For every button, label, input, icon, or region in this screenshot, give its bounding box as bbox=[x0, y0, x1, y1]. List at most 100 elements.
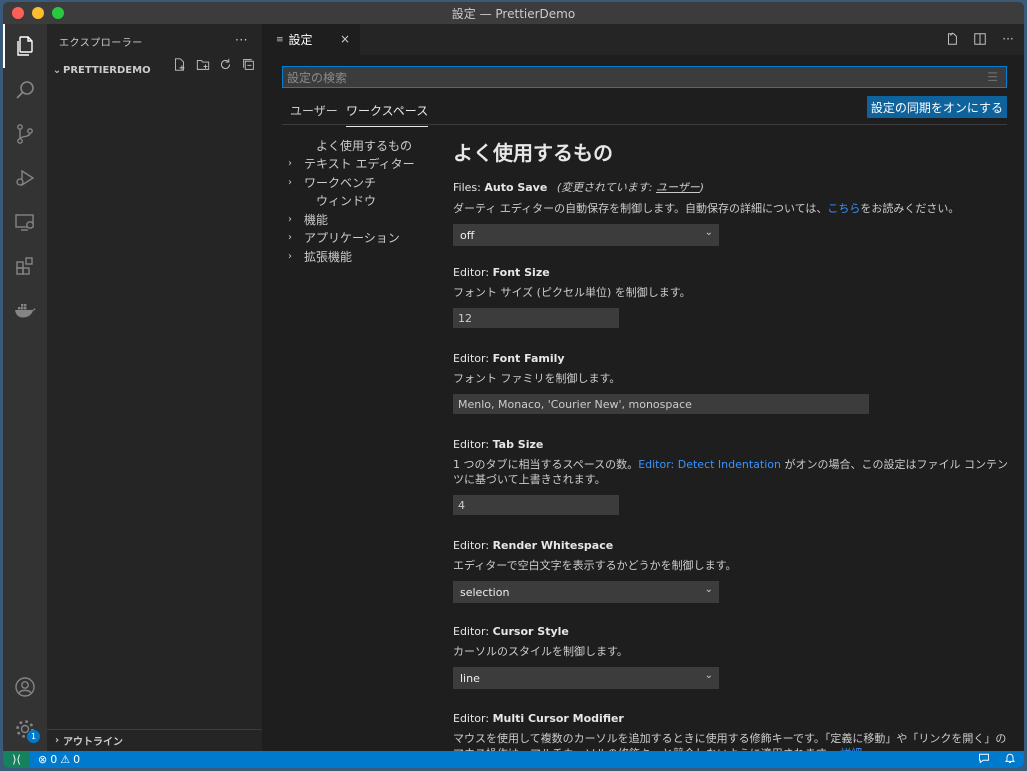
feedback-icon bbox=[979, 753, 989, 764]
setting-editor-render-whitespace: Editor: Render Whitespace エディターで空白文字を表示す… bbox=[453, 539, 1008, 603]
zoom-window-button[interactable] bbox=[52, 7, 64, 19]
auto-save-select[interactable]: off ⌄ bbox=[453, 224, 719, 246]
settings-file-icon: ≡ bbox=[276, 34, 284, 45]
open-file-icon bbox=[948, 32, 957, 45]
tab-settings[interactable]: ≡ 設定 × bbox=[262, 24, 360, 55]
setting-name: Tab Size bbox=[492, 438, 544, 451]
new-folder-button[interactable] bbox=[195, 57, 210, 72]
feedback-button[interactable] bbox=[978, 752, 990, 767]
setting-description: エディターで空白文字を表示するかどうかを制御します。 bbox=[453, 559, 737, 572]
chevron-right-icon: › bbox=[288, 176, 292, 188]
setting-description: マウスを使用して複数のカーソルを追加するときに使用する修飾キーです。「定義に移動… bbox=[453, 731, 1008, 751]
window-controls bbox=[12, 7, 64, 19]
problems-indicator[interactable]: ⊗ 0 ⚠ 0 bbox=[38, 753, 80, 766]
close-tab-button[interactable]: × bbox=[340, 32, 350, 46]
editor-tab-bar: ≡ 設定 × ··· bbox=[262, 24, 1024, 55]
status-right bbox=[978, 752, 1016, 767]
setting-editor-font-size: Editor: Font Size フォント サイズ (ピクセル単位) を制御し… bbox=[453, 266, 1008, 328]
docker-activity[interactable] bbox=[3, 288, 47, 332]
bell-icon bbox=[1004, 753, 1016, 763]
source-control-activity[interactable] bbox=[3, 112, 47, 156]
settings-scope-tabs: ユーザー ワークスペース 設定の同期をオンにする bbox=[282, 96, 1007, 127]
remote-indicator[interactable]: ⟩⟨ bbox=[3, 751, 30, 768]
chevron-right-icon: › bbox=[288, 250, 292, 262]
new-folder-icon bbox=[196, 59, 209, 70]
toc-item-application[interactable]: › アプリケーション bbox=[284, 229, 434, 248]
more-actions-button[interactable]: ··· bbox=[1000, 31, 1016, 47]
close-window-button[interactable] bbox=[12, 7, 24, 19]
tab-user-settings[interactable]: ユーザー bbox=[290, 102, 338, 119]
refresh-icon bbox=[220, 58, 231, 70]
toc-item-workbench[interactable]: › ワークベンチ bbox=[284, 173, 434, 192]
sidebar-more-button[interactable]: ··· bbox=[235, 33, 248, 47]
sidebar-title: エクスプローラー bbox=[59, 38, 143, 49]
toc-item-features[interactable]: › 機能 bbox=[284, 210, 434, 229]
setting-editor-multi-cursor-modifier: Editor: Multi Cursor Modifier マウスを使用して複数… bbox=[453, 712, 1008, 751]
manage-activity[interactable]: 1 bbox=[3, 707, 47, 751]
settings-search-input[interactable]: 設定の検索 ☰ bbox=[282, 66, 1007, 88]
collapse-folders-button[interactable] bbox=[241, 57, 256, 72]
chevron-down-icon: ⌄ bbox=[704, 584, 713, 595]
toc-label: アプリケーション bbox=[304, 231, 400, 246]
explorer-activity[interactable] bbox=[3, 24, 47, 68]
chevron-right-icon: › bbox=[288, 158, 292, 170]
modified-prefix: (変更されています: bbox=[556, 181, 656, 194]
open-settings-json-button[interactable] bbox=[944, 31, 960, 47]
extensions-activity[interactable] bbox=[3, 244, 47, 288]
filter-icon[interactable]: ☰ bbox=[987, 70, 998, 84]
outline-section-header[interactable]: › アウトライン bbox=[47, 729, 262, 751]
refresh-explorer-button[interactable] bbox=[218, 57, 233, 72]
toc-item-text-editor[interactable]: › テキスト エディター bbox=[284, 155, 434, 174]
error-icon: ⊗ bbox=[38, 753, 48, 766]
explorer-sidebar: エクスプローラー ··· ⌄ PRETTIERDEMO › アウトライン bbox=[47, 24, 262, 751]
select-value: off bbox=[460, 228, 475, 242]
setting-label: Editor: Cursor Style bbox=[453, 625, 1008, 638]
toc-item-window[interactable]: ウィンドウ bbox=[284, 192, 434, 211]
desc-text: をお読みください。 bbox=[860, 202, 960, 215]
remote-explorer-icon bbox=[15, 214, 34, 231]
desc-link[interactable]: Editor: Detect Indentation bbox=[638, 458, 781, 471]
search-activity[interactable] bbox=[3, 68, 47, 112]
toc-label: テキスト エディター bbox=[304, 157, 415, 172]
chevron-right-icon: › bbox=[54, 735, 60, 746]
modified-scope-link[interactable]: ユーザー bbox=[656, 181, 700, 194]
modified-suffix: ) bbox=[699, 181, 705, 194]
tab-workspace-settings[interactable]: ワークスペース bbox=[346, 102, 429, 127]
setting-name: Render Whitespace bbox=[492, 539, 614, 552]
chevron-down-icon: ⌄ bbox=[52, 64, 62, 76]
setting-editor-tab-size: Editor: Tab Size 1 つのタブに相当するスペースの数。Edito… bbox=[453, 438, 1008, 515]
render-whitespace-select[interactable]: selection ⌄ bbox=[453, 581, 719, 603]
remote-icon: ⟩⟨ bbox=[12, 753, 21, 766]
setting-label: Editor: Tab Size bbox=[453, 438, 1008, 451]
setting-description: フォント ファミリを制御します。 bbox=[453, 372, 621, 385]
remote-explorer-activity[interactable] bbox=[3, 200, 47, 244]
accounts-activity[interactable] bbox=[3, 665, 47, 709]
toc-item-commonly-used[interactable]: よく使用するもの bbox=[284, 136, 434, 155]
desc-link[interactable]: こちら bbox=[827, 202, 860, 215]
section-title: よく使用するもの bbox=[453, 141, 613, 165]
setting-label: Editor: Font Family bbox=[453, 352, 1008, 365]
run-debug-activity[interactable] bbox=[3, 156, 47, 200]
cursor-style-select[interactable]: line ⌄ bbox=[453, 667, 719, 689]
split-editor-icon bbox=[974, 33, 986, 45]
font-family-input[interactable]: Menlo, Monaco, 'Courier New', monospace bbox=[453, 394, 869, 414]
account-icon bbox=[15, 677, 35, 697]
settings-sync-button[interactable]: 設定の同期をオンにする bbox=[866, 96, 1007, 118]
toc-label: ウィンドウ bbox=[316, 194, 377, 209]
outline-label: アウトライン bbox=[63, 737, 123, 748]
status-bar: ⟩⟨ ⊗ 0 ⚠ 0 bbox=[3, 751, 1024, 768]
sidebar-header: エクスプローラー ··· bbox=[47, 24, 262, 59]
chevron-down-icon: ⌄ bbox=[704, 227, 713, 238]
minimize-window-button[interactable] bbox=[32, 7, 44, 19]
folder-name: PRETTIERDEMO bbox=[63, 64, 151, 76]
notifications-button[interactable] bbox=[1004, 752, 1016, 767]
split-editor-button[interactable] bbox=[972, 31, 988, 47]
new-file-button[interactable] bbox=[172, 57, 187, 72]
tab-size-input[interactable]: 4 bbox=[453, 495, 619, 515]
setting-category: Editor: bbox=[453, 539, 493, 552]
font-size-input[interactable]: 12 bbox=[453, 308, 619, 328]
editor-area: ≡ 設定 × ··· 設定の検索 ☰ ユーザー ワークスペース 設定の同期をオン… bbox=[262, 24, 1024, 751]
modified-indicator: (変更されています: ユーザー) bbox=[557, 181, 704, 194]
extensions-icon bbox=[16, 257, 33, 275]
toc-item-extensions[interactable]: › 拡張機能 bbox=[284, 247, 434, 266]
